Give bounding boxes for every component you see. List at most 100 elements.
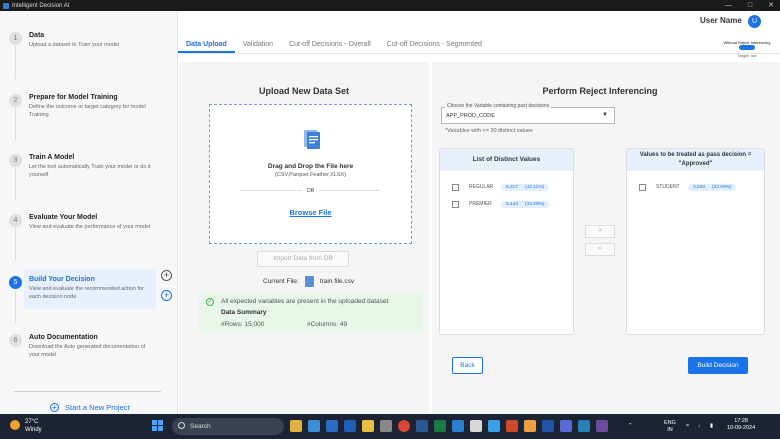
vscode-icon[interactable]	[452, 420, 464, 432]
new-project-button[interactable]: + Start a New Project	[50, 403, 130, 412]
build-decision-button[interactable]: Build Decision	[688, 357, 748, 374]
tab-validation[interactable]: Validation	[235, 38, 281, 53]
summary-columns: #Columns: 49	[307, 321, 348, 328]
step-description: Define the outcome or target category fo…	[29, 104, 146, 118]
title-bar: Intelligent Decision AI — □ ✕	[0, 0, 780, 11]
step-number: 5	[9, 276, 22, 289]
folder-icon[interactable]	[362, 420, 374, 432]
taskbar-search[interactable]: Search	[172, 418, 284, 435]
temperature: 27°C	[25, 419, 39, 425]
browse-file-link[interactable]: Browse File	[210, 208, 411, 217]
move-left-button[interactable]: <	[585, 243, 615, 256]
value-name: REGULAR	[469, 184, 494, 190]
app-icon[interactable]	[596, 420, 608, 432]
step-prepare[interactable]: 2 Prepare for Model Training Define the …	[0, 77, 178, 141]
move-right-button[interactable]: >	[585, 225, 615, 238]
current-file-name: train file.csv	[319, 278, 355, 285]
sidebar: 1 Data Upload a dataset to Train your mo…	[0, 11, 178, 414]
step-data[interactable]: 1 Data Upload a dataset to Train your mo…	[0, 15, 178, 79]
speaker-icon[interactable]: ♩	[698, 423, 704, 430]
maximize-icon[interactable]: □	[748, 0, 752, 11]
list-item[interactable]: REGULAR 6,317 (42.11%)	[452, 181, 550, 193]
step-build-decision[interactable]: 5 Build Your Decision View and evaluate …	[0, 259, 178, 323]
upload-heading: Upload New Data Set	[258, 86, 350, 96]
value-name: STUDENT	[656, 184, 680, 190]
excel-icon[interactable]	[434, 420, 446, 432]
step-evaluate[interactable]: 4 Evaluate Your Model View and evaluate …	[0, 197, 178, 261]
data-summary-box: ✓ All expected variables are present in …	[199, 292, 423, 333]
or-label: OR	[210, 188, 411, 194]
app-icon[interactable]	[488, 420, 500, 432]
step-train[interactable]: 3 Train A Model Let the tool automatical…	[0, 137, 178, 201]
notepad-icon[interactable]	[470, 420, 482, 432]
app-icon[interactable]	[578, 420, 590, 432]
clock[interactable]: 17:28 10-09-2024	[727, 418, 755, 432]
tab-cutoff-segmented[interactable]: Cut-off Decisions - Segmented	[379, 38, 490, 53]
taskbar-apps	[290, 420, 608, 432]
step-title: Build Your Decision	[29, 276, 95, 283]
close-icon[interactable]: ✕	[768, 0, 774, 11]
app-icon[interactable]	[524, 420, 536, 432]
app-icon[interactable]	[542, 420, 554, 432]
avatar[interactable]: U	[748, 15, 761, 28]
word-icon[interactable]	[416, 420, 428, 432]
reject-inferencing-toggle[interactable]: Without Reject Inferencing Target: out	[720, 40, 774, 58]
chrome-icon[interactable]	[398, 420, 410, 432]
mail-icon[interactable]	[326, 420, 338, 432]
search-icon	[178, 422, 185, 429]
weather-icon	[10, 420, 20, 430]
drag-drop-text: Drag and Drop the File here	[267, 163, 354, 170]
reject-heading: Perform Reject Inferencing	[542, 86, 658, 96]
minimize-icon[interactable]: —	[725, 0, 732, 11]
value-count-badge: 3,539 (23.59%)	[688, 183, 737, 191]
tab-cutoff-overall[interactable]: Cut-off Decisions - Overall	[281, 38, 379, 53]
file-explorer-icon[interactable]	[290, 420, 302, 432]
add-icon[interactable]: +	[161, 270, 172, 281]
step-connector	[15, 46, 16, 79]
summary-title: Data Summary	[221, 309, 267, 316]
back-button[interactable]: Back	[452, 357, 483, 374]
battery-icon[interactable]: ▮	[710, 423, 713, 430]
edge-icon[interactable]	[308, 420, 320, 432]
app-icon	[3, 2, 9, 9]
value-name: PREMIER	[469, 201, 492, 207]
past-decision-select[interactable]: Choose the Variable containing past deci…	[441, 103, 615, 124]
file-formats: (CSV,Parquet,Feather,XLSX)	[274, 172, 347, 178]
teams-icon[interactable]	[560, 420, 572, 432]
step-title: Train A Model	[29, 154, 75, 161]
documents-icon	[304, 130, 320, 149]
taskbar: 27°C Windy Search ⌃ ENG IN ≈ ♩ ▮ 17:28 1…	[0, 414, 780, 439]
new-project-label: Start a New Project	[65, 403, 130, 412]
list-item[interactable]: STUDENT 3,539 (23.59%)	[639, 181, 737, 193]
chevron-up-icon[interactable]: ⌃	[628, 423, 633, 430]
powerpoint-icon[interactable]	[506, 420, 518, 432]
weather-condition: Windy	[25, 427, 42, 433]
step-description: View and evaluate the recommended action…	[29, 286, 144, 300]
store-icon[interactable]	[380, 420, 392, 432]
language-indicator[interactable]: ENG IN	[664, 420, 676, 434]
outlook-icon[interactable]	[344, 420, 356, 432]
current-file: Current File: train file.csv	[263, 276, 354, 287]
toggle-switch[interactable]	[739, 45, 755, 50]
import-db-button[interactable]: Import Data from DB	[257, 251, 349, 267]
step-title: Auto Documentation	[29, 334, 98, 341]
current-file-label: Current File:	[263, 278, 299, 285]
windows-start-icon[interactable]	[152, 420, 164, 432]
tab-underline-divider	[178, 53, 780, 54]
select-value: APP_PROD_CODE	[446, 113, 495, 119]
step-number: 4	[9, 214, 22, 227]
checkbox[interactable]	[452, 183, 459, 191]
file-dropzone[interactable]: Drag and Drop the File here (CSV,Parquet…	[209, 104, 412, 244]
step-title: Prepare for Model Training	[29, 94, 118, 101]
wifi-icon[interactable]: ≈	[686, 423, 689, 430]
checkbox[interactable]	[452, 200, 459, 208]
tab-data-upload[interactable]: Data Upload	[178, 38, 235, 53]
select-label: Choose the Variable containing past deci…	[445, 103, 552, 109]
step-title: Evaluate Your Model	[29, 214, 98, 221]
date: 10-09-2024	[727, 425, 756, 431]
step-documentation[interactable]: 6 Auto Documentation Download the Auto g…	[0, 317, 178, 369]
tab-bar: Data Upload Validation Cut-off Decisions…	[178, 38, 780, 53]
add-decision-icon[interactable]: +	[161, 290, 172, 301]
checkbox[interactable]	[639, 183, 646, 191]
list-item[interactable]: PREMIER 5,144 (34.29%)	[452, 198, 550, 210]
